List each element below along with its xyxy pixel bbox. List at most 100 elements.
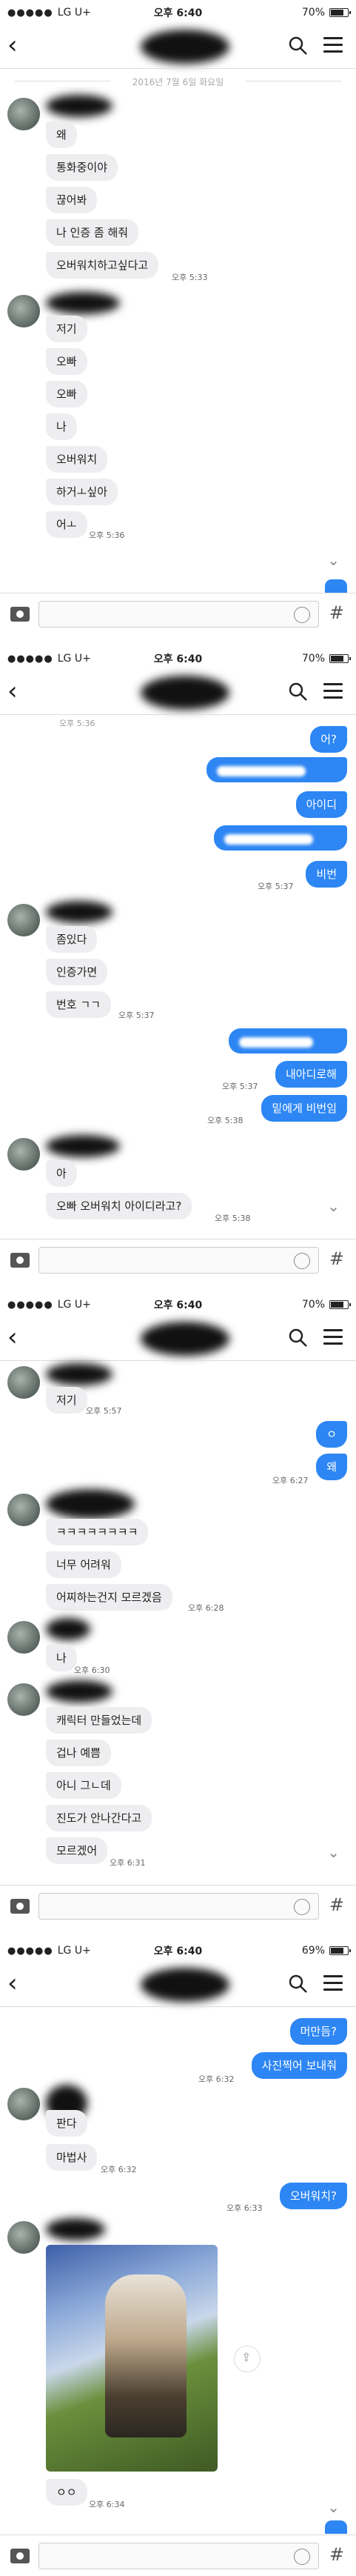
message-bubble[interactable]: 저기 <box>46 1387 87 1414</box>
search-icon[interactable] <box>288 36 309 56</box>
message-bubble[interactable]: ㅋㅋㅋㅋㅋㅋㅋㅋ <box>46 1519 149 1545</box>
message-bubble[interactable]: 나 <box>46 413 77 440</box>
message-bubble[interactable]: 캐릭터 만들었는데 <box>46 1707 152 1734</box>
chevron-down-icon[interactable]: ⌄ <box>327 1843 340 1861</box>
chevron-down-icon[interactable]: ⌄ <box>327 551 340 569</box>
message-bubble[interactable]: 끊어봐 <box>46 187 98 213</box>
scroll-bottom-button[interactable] <box>325 2520 347 2534</box>
avatar[interactable] <box>7 1138 40 1171</box>
chevron-down-icon[interactable]: ⌄ <box>327 2498 340 2516</box>
message-bubble[interactable]: 오버워치? <box>279 2183 347 2209</box>
message-bubble[interactable]: 인증가면 <box>46 959 108 985</box>
back-icon[interactable]: ‹ <box>7 1325 18 1350</box>
message-bubble[interactable]: 진도가 안나간다고 <box>46 1805 152 1831</box>
emoji-icon[interactable] <box>294 1899 310 1915</box>
hash-icon[interactable]: # <box>329 2544 344 2565</box>
message-bubble[interactable]: 오빠 <box>46 381 87 407</box>
message-bubble[interactable]: 아 <box>46 1160 77 1187</box>
timestamp: 오후 6:32 <box>198 2074 235 2084</box>
message-bubble[interactable]: 어? <box>310 726 347 753</box>
clock: 오후 6:40 <box>153 1299 203 1311</box>
message-bubble[interactable]: 오빠 오버워치 아이디라고? <box>46 1193 192 1219</box>
message-bubble[interactable]: 왜 <box>316 1454 347 1480</box>
message-bubble[interactable]: 오버워치 <box>46 446 108 473</box>
message-bubble[interactable]: 아니 그ㄴ데 <box>46 1772 121 1799</box>
emoji-icon[interactable] <box>294 2549 310 2565</box>
message-bubble[interactable]: 번호 ㄱㄱ <box>46 991 111 1018</box>
status-bar: ●●●●● LG U+ 오후 6:40 70% <box>0 1292 356 1317</box>
emoji-icon[interactable] <box>294 1253 310 1269</box>
message-input[interactable] <box>38 2543 319 2569</box>
message-input[interactable] <box>38 1893 319 1920</box>
avatar[interactable] <box>7 904 40 936</box>
back-icon[interactable]: ‹ <box>7 33 18 58</box>
menu-icon[interactable] <box>323 1975 343 1991</box>
avatar[interactable] <box>7 1494 40 1526</box>
menu-icon[interactable] <box>323 1329 343 1345</box>
share-icon[interactable] <box>234 2346 261 2372</box>
avatar[interactable] <box>7 1621 40 1654</box>
message-bubble[interactable]: 좀있다 <box>46 926 98 953</box>
camera-icon[interactable] <box>10 2549 30 2563</box>
message-bubble[interactable]: 밑에게 비번임 <box>261 1095 347 1122</box>
message-bubble[interactable]: 겁나 예쁨 <box>46 1740 111 1766</box>
screen-2: ●●●●● LG U+ 오후 6:40 70% ‹ 오후 5:36 어? 아이디… <box>0 646 356 1282</box>
avatar[interactable] <box>7 1366 40 1399</box>
hash-icon[interactable]: # <box>329 1248 344 1269</box>
hash-icon[interactable]: # <box>329 602 344 623</box>
avatar[interactable] <box>7 2221 40 2254</box>
avatar[interactable] <box>7 98 40 130</box>
camera-icon[interactable] <box>10 1253 30 1268</box>
back-icon[interactable]: ‹ <box>7 679 18 704</box>
timestamp: 오후 5:38 <box>207 1116 244 1125</box>
message-bubble[interactable]: 어ㅗ <box>46 511 87 538</box>
message-bubble[interactable]: 사진찍어 보내줘 <box>251 2052 347 2079</box>
message-bubble[interactable]: 아이디 <box>295 791 347 818</box>
search-icon[interactable] <box>288 1328 309 1348</box>
search-icon[interactable] <box>288 1974 309 1994</box>
emoji-icon[interactable] <box>294 607 310 623</box>
message-bubble-redacted[interactable] <box>229 1028 347 1054</box>
message-bubble[interactable]: ㅇ <box>316 1421 347 1448</box>
back-icon[interactable]: ‹ <box>7 1971 18 1996</box>
message-bubble[interactable]: ㅇㅇ <box>46 2479 87 2506</box>
message-input[interactable] <box>38 601 319 628</box>
message-bubble[interactable]: 나 인증 좀 해줘 <box>46 219 139 246</box>
message-bubble[interactable]: 내아디로해 <box>275 1061 347 1088</box>
timestamp: 오후 6:32 <box>101 2165 137 2174</box>
header-divider <box>0 2006 356 2007</box>
menu-icon[interactable] <box>323 683 343 699</box>
message-bubble[interactable]: 저기 <box>46 316 87 342</box>
search-icon[interactable] <box>288 682 309 702</box>
avatar[interactable] <box>7 295 40 327</box>
scroll-bottom-button[interactable] <box>325 579 347 593</box>
screen-1: ●●●●● LG U+ 오후 6:40 70% ‹ 2016년 7월 6일 화요… <box>0 0 356 636</box>
avatar[interactable] <box>7 2088 40 2120</box>
camera-icon[interactable] <box>10 607 30 622</box>
message-bubble[interactable]: 오버워치하고싶다고 <box>46 252 159 279</box>
message-bubble[interactable]: 판다 <box>46 2110 87 2137</box>
clock: 오후 6:40 <box>153 653 203 665</box>
message-bubble-redacted[interactable] <box>214 825 347 851</box>
shared-photo[interactable] <box>46 2245 218 2472</box>
message-bubble[interactable]: 머만듬? <box>289 2018 347 2045</box>
message-bubble[interactable]: 너무 어려워 <box>46 1551 121 1578</box>
message-bubble-redacted[interactable] <box>206 757 347 782</box>
message-bubble[interactable]: 마법사 <box>46 2144 98 2171</box>
message-bubble[interactable]: 모르겠어 <box>46 1837 108 1864</box>
battery-icon <box>329 654 351 663</box>
message-bubble[interactable]: 왜 <box>46 122 77 148</box>
avatar[interactable] <box>7 1683 40 1716</box>
message-input[interactable] <box>38 1247 319 1274</box>
message-bubble[interactable]: 하거ㅗ싶아 <box>46 479 118 505</box>
message-bubble[interactable]: 나 <box>46 1645 77 1671</box>
message-bubble[interactable]: 오빠 <box>46 348 87 375</box>
chevron-down-icon[interactable]: ⌄ <box>327 1197 340 1215</box>
timestamp: 오후 5:36 <box>89 530 125 540</box>
hash-icon[interactable]: # <box>329 1894 344 1915</box>
message-bubble[interactable]: 어찌하는건지 모르겠음 <box>46 1584 172 1611</box>
message-bubble[interactable]: 통화중이야 <box>46 154 118 181</box>
camera-icon[interactable] <box>10 1899 30 1914</box>
menu-icon[interactable] <box>323 37 343 53</box>
message-bubble[interactable]: 비번 <box>306 861 347 888</box>
